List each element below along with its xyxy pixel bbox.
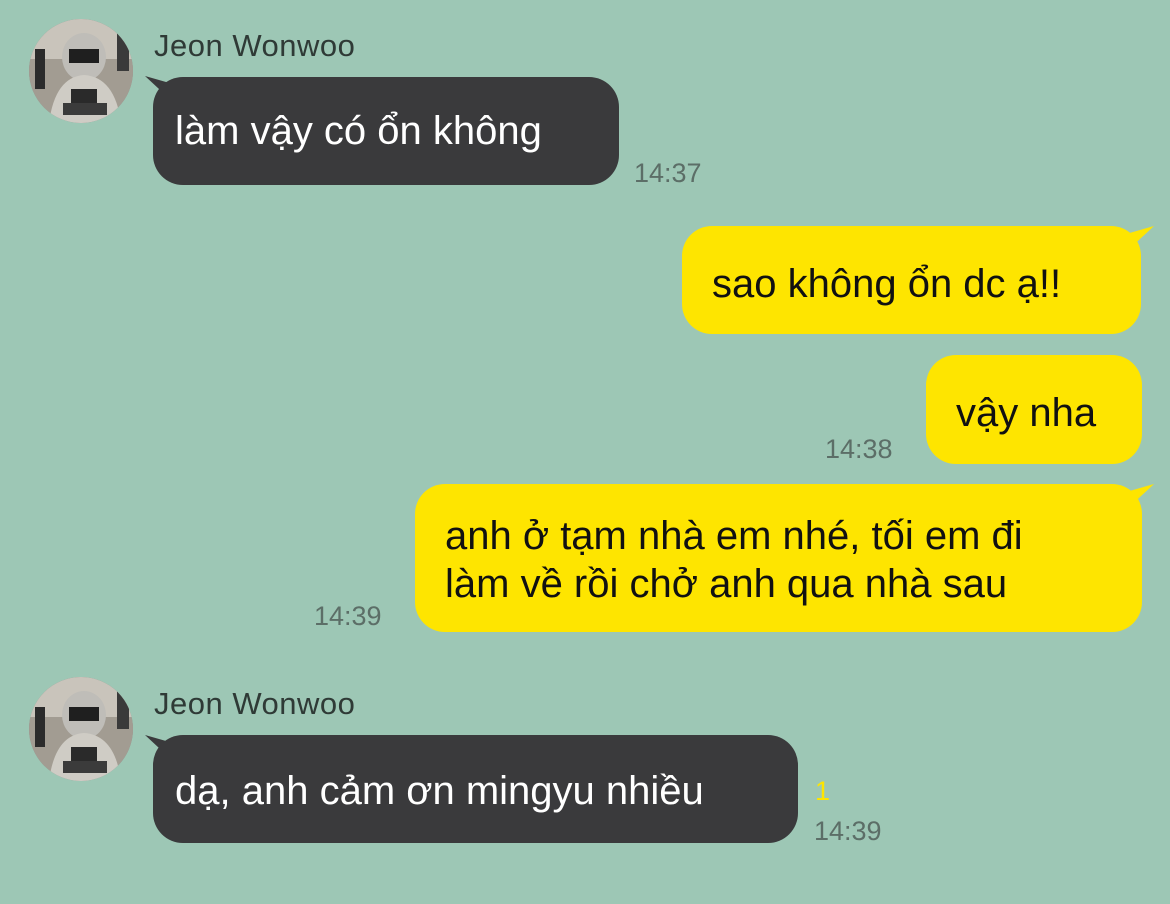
message-text-line: làm về rồi chở anh qua nhà sau bbox=[445, 562, 1008, 606]
message-text: vậy nha bbox=[956, 391, 1097, 435]
message-bubble-outgoing[interactable]: anh ở tạm nhà em nhé, tối em đi làm về r… bbox=[415, 484, 1142, 632]
message-text-line: anh ở tạm nhà em nhé, tối em đi bbox=[445, 514, 1023, 558]
message-time: 14:38 bbox=[825, 434, 893, 464]
message-bubble-outgoing[interactable]: vậy nha bbox=[926, 355, 1142, 464]
message-bubble-incoming[interactable]: dạ, anh cảm ơn mingyu nhiều bbox=[153, 735, 798, 843]
avatar[interactable] bbox=[29, 19, 133, 123]
message-text: làm vậy có ổn không bbox=[175, 109, 542, 153]
profile-photo-icon bbox=[29, 677, 133, 781]
unread-count: 1 bbox=[815, 776, 831, 806]
message-time: 14:37 bbox=[634, 158, 702, 188]
profile-photo-icon bbox=[29, 19, 133, 123]
message-text: dạ, anh cảm ơn mingyu nhiều bbox=[175, 769, 704, 813]
message-bubble-outgoing[interactable]: sao không ổn dc ạ!! bbox=[682, 226, 1141, 334]
sender-name: Jeon Wonwoo bbox=[154, 686, 356, 721]
message-time: 14:39 bbox=[314, 601, 382, 631]
sender-name: Jeon Wonwoo bbox=[154, 28, 356, 63]
message-time: 14:39 bbox=[814, 816, 882, 846]
message-text: sao không ổn dc ạ!! bbox=[712, 262, 1062, 306]
message-bubble-incoming[interactable]: làm vậy có ổn không bbox=[153, 77, 619, 185]
avatar[interactable] bbox=[29, 677, 133, 781]
